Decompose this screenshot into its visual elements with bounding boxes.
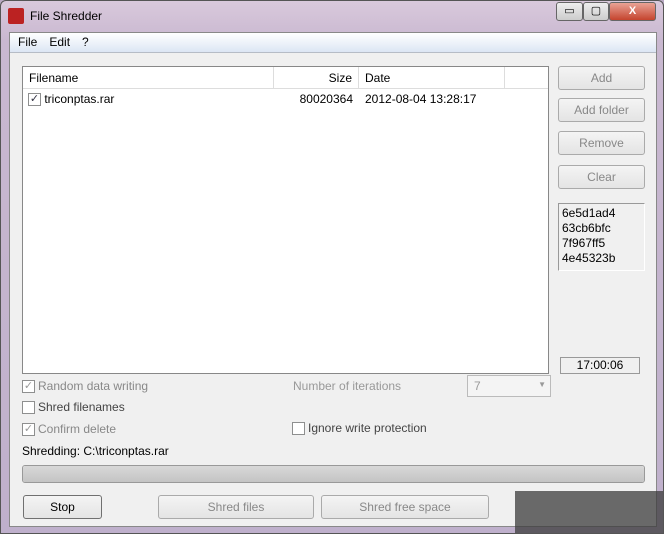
add-folder-button[interactable]: Add folder [558,98,645,122]
item-checkbox[interactable]: ✓ [28,93,41,107]
stop-button[interactable]: Stop [23,495,102,519]
column-size[interactable]: Size [274,67,359,88]
menu-edit[interactable]: Edit [43,33,76,52]
shredder-app-icon [8,8,24,24]
menu-file[interactable]: File [12,33,43,52]
item-size: 80020364 [299,92,353,106]
add-button[interactable]: Add [558,66,645,90]
maximize-button[interactable]: ▢ [583,2,609,21]
column-date[interactable]: Date [359,67,505,88]
menu-bar: File Edit ? [10,33,656,53]
list-header: Filename Size Date [23,67,548,89]
iterations-label: Number of iterations [293,379,402,393]
list-item[interactable]: ✓ triconptas.rar 80020364 2012-08-04 13:… [23,89,548,109]
hash-line: 7f967ff5 [562,236,606,250]
client-area: File Edit ? Filename Size Date ✓ triconp… [9,32,657,527]
close-button[interactable]: X [609,2,656,21]
column-filename[interactable]: Filename [23,67,274,88]
shred-free-space-button[interactable]: Shred free space [321,495,489,519]
progress-bar [22,465,645,483]
random-data-writing-option[interactable]: ✓ Random data writing [22,379,148,394]
elapsed-time: 17:00:06 [560,357,640,374]
item-filename: triconptas.rar [44,92,115,106]
hash-display: 6e5d1ad4 63cb6bfc 7f967ff5 4e45323b [558,203,645,271]
minimize-button[interactable]: ▭ [556,2,583,21]
item-date: 2012-08-04 13:28:17 [365,92,477,106]
progress-fill [23,466,644,482]
shred-filenames-option[interactable]: Shred filenames [22,400,125,415]
file-list[interactable]: Filename Size Date ✓ triconptas.rar 8002… [22,66,549,374]
checkbox[interactable] [22,401,35,415]
status-text: Shredding: C:\triconptas.rar [22,444,169,458]
checkbox[interactable] [292,422,305,436]
shred-files-button[interactable]: Shred files [158,495,314,519]
checkbox[interactable]: ✓ [22,380,35,394]
confirm-delete-option[interactable]: ✓ Confirm delete [22,422,116,437]
iterations-select[interactable]: 7 ▼ [467,375,551,397]
chevron-down-icon: ▼ [538,380,546,389]
hash-line: 63cb6bfc [562,221,611,235]
checkbox[interactable]: ✓ [22,423,35,437]
ignore-write-protection-option[interactable]: Ignore write protection [292,421,427,436]
clear-button[interactable]: Clear [558,165,645,189]
hash-line: 6e5d1ad4 [562,206,616,220]
watermark-logo [515,491,663,533]
app-window: File Shredder ▭ ▢ X File Edit ? Filename… [0,0,664,534]
hash-line: 4e45323b [562,251,616,265]
menu-help[interactable]: ? [76,33,95,52]
remove-button[interactable]: Remove [558,131,645,155]
window-title: File Shredder [30,9,103,23]
title-bar: File Shredder ▭ ▢ X [1,1,663,31]
